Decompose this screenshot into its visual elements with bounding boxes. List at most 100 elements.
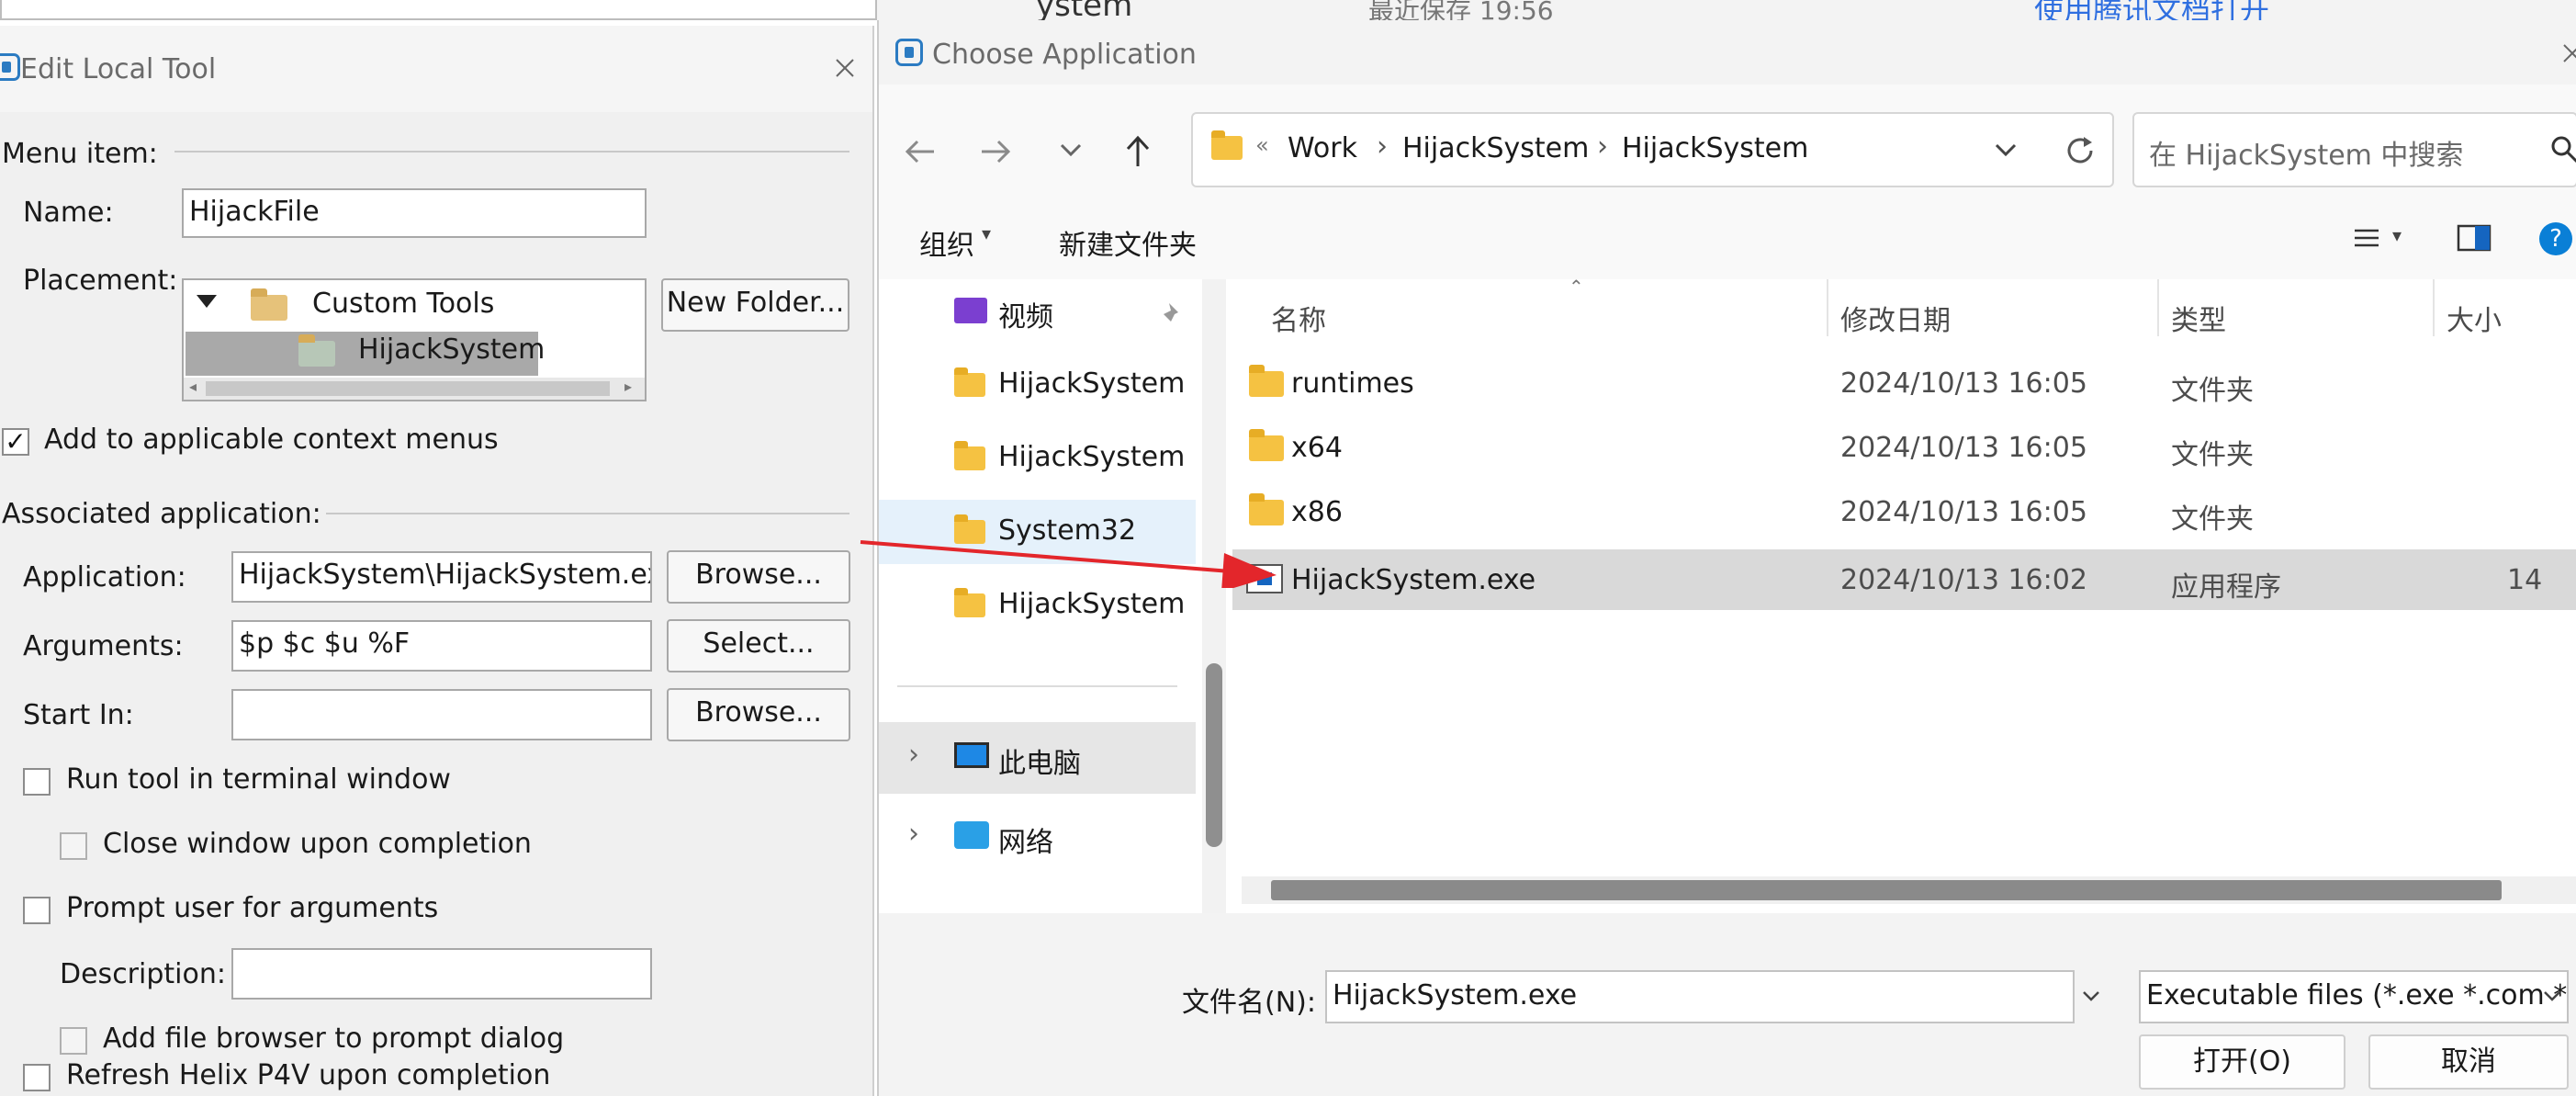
scrollbar-thumb[interactable] xyxy=(206,381,610,396)
scroll-right-icon[interactable]: ▸ xyxy=(624,378,632,395)
breadcrumb-hijacksystem-1[interactable]: HijackSystem xyxy=(1402,132,1589,164)
application-field[interactable]: HijackSystem\HijackSystem.exe xyxy=(231,551,652,603)
expand-chevron-icon[interactable]: › xyxy=(908,818,919,850)
list-horizontal-scrollbar[interactable] xyxy=(1242,876,2576,904)
arguments-label: Arguments: xyxy=(23,630,184,662)
tree-node-custom-tools[interactable]: Custom Tools xyxy=(312,288,494,320)
column-divider[interactable] xyxy=(2433,279,2435,336)
this-pc-icon xyxy=(954,742,989,768)
scroll-left-icon[interactable]: ◂ xyxy=(189,378,197,395)
network-icon xyxy=(954,821,989,849)
open-button[interactable]: 打开(O) xyxy=(2139,1034,2345,1090)
file-row[interactable]: x64 2024/10/13 16:05 文件夹 xyxy=(1232,417,2576,478)
dialog-title: Choose Application xyxy=(932,39,1197,71)
view-dropdown-icon[interactable]: ▾ xyxy=(2392,224,2402,246)
p4v-app-icon xyxy=(895,39,923,66)
scrollbar-thumb[interactable] xyxy=(1271,880,2502,900)
description-field[interactable] xyxy=(231,948,652,1000)
background-input xyxy=(0,0,877,20)
description-label: Description: xyxy=(60,958,226,990)
arguments-field[interactable]: $p $c $u %F xyxy=(231,620,652,672)
start-in-field[interactable] xyxy=(231,689,652,740)
search-icon[interactable] xyxy=(2549,134,2576,164)
tree-scrollbar[interactable]: ◂ ▸ xyxy=(184,378,645,400)
section-divider xyxy=(174,151,849,153)
background-open-tencent-docs[interactable]: 使用腾讯文档打开 xyxy=(2034,0,2269,20)
file-row[interactable]: runtimes 2024/10/13 16:05 文件夹 xyxy=(1232,353,2576,413)
chevron-down-icon[interactable] xyxy=(1995,143,2017,158)
close-window-label: Close window upon completion xyxy=(103,828,532,860)
file-type-filter[interactable]: Executable files (*.exe *.com * xyxy=(2139,970,2569,1023)
placement-tree[interactable]: Custom Tools HijackSystem ◂ ▸ xyxy=(182,278,647,401)
add-file-browser-checkbox[interactable] xyxy=(60,1027,87,1055)
file-row-selected[interactable]: HijackSystem.exe 2024/10/13 16:02 应用程序 1… xyxy=(1232,549,2576,610)
address-bar[interactable]: « Work › HijackSystem › HijackSystem xyxy=(1191,112,2114,187)
organize-button[interactable]: 组织 xyxy=(919,222,974,263)
videos-icon xyxy=(954,298,987,323)
forward-arrow-icon[interactable] xyxy=(980,138,1011,165)
help-icon[interactable]: ? xyxy=(2539,222,2572,255)
breadcrumb-hijacksystem-2[interactable]: HijackSystem xyxy=(1622,132,1808,164)
nav-item-hijacksystem[interactable]: HijackSystem xyxy=(879,426,1196,491)
chevron-down-icon[interactable] xyxy=(2543,990,2561,1003)
command-bar: 组织 ▾ 新建文件夹 ▾ ? xyxy=(879,195,2576,279)
browse-application-button[interactable]: Browse... xyxy=(667,550,850,604)
column-header-size[interactable]: 大小 xyxy=(2447,298,2502,338)
new-folder-button[interactable]: 新建文件夹 xyxy=(1059,222,1197,263)
column-divider[interactable] xyxy=(2157,279,2159,336)
folder-icon xyxy=(1249,365,1284,397)
nav-item-hijacksystem[interactable]: HijackSystem xyxy=(879,353,1196,417)
run-in-terminal-checkbox[interactable] xyxy=(23,768,51,796)
file-date: 2024/10/13 16:05 xyxy=(1840,367,2087,400)
p4v-app-icon xyxy=(0,53,20,81)
dialog-footer: 文件名(N): HijackSystem.exe Executable file… xyxy=(879,913,2576,1096)
pin-icon[interactable] xyxy=(1162,301,1184,323)
refresh-icon[interactable] xyxy=(2064,134,2097,167)
close-window-checkbox[interactable] xyxy=(60,832,87,860)
column-header-name[interactable]: 名称 xyxy=(1271,298,1326,338)
filename-input[interactable]: HijackSystem.exe xyxy=(1325,970,2075,1023)
close-icon[interactable] xyxy=(2561,42,2576,64)
nav-item-this-pc[interactable]: › 此电脑 xyxy=(879,722,1196,794)
prompt-arguments-label: Prompt user for arguments xyxy=(66,892,439,924)
file-row[interactable]: x86 2024/10/13 16:05 文件夹 xyxy=(1232,481,2576,542)
name-label: Name: xyxy=(23,197,114,229)
refresh-p4v-checkbox[interactable] xyxy=(23,1064,51,1091)
edit-local-tool-dialog: Edit Local Tool Menu item: Name: HijackF… xyxy=(0,26,874,1096)
nav-scrollbar[interactable] xyxy=(1202,279,1226,913)
nav-item-label: HijackSystem xyxy=(998,441,1186,473)
organize-dropdown-icon[interactable]: ▾ xyxy=(982,222,991,244)
view-options-icon[interactable] xyxy=(2353,228,2380,250)
scrollbar-thumb[interactable] xyxy=(1206,663,1222,847)
back-arrow-icon[interactable] xyxy=(905,138,936,165)
file-type: 应用程序 xyxy=(2171,571,2281,604)
nav-item-label: HijackSystem xyxy=(998,367,1186,400)
nav-item-videos[interactable]: 视频 xyxy=(879,279,1196,344)
chevron-down-icon[interactable] xyxy=(2082,990,2100,1003)
nav-item-label: HijackSystem xyxy=(998,588,1186,620)
select-arguments-button[interactable]: Select... xyxy=(667,619,850,672)
name-field[interactable]: HijackFile xyxy=(182,188,647,238)
column-divider[interactable] xyxy=(1827,279,1828,336)
preview-pane-icon[interactable] xyxy=(2457,224,2492,252)
menu-item-section-label: Menu item: xyxy=(2,138,158,170)
column-header-type[interactable]: 类型 xyxy=(2171,298,2226,338)
breadcrumb-overflow[interactable]: « xyxy=(1255,132,1269,158)
cancel-button[interactable]: 取消 xyxy=(2368,1034,2569,1090)
browse-start-in-button[interactable]: Browse... xyxy=(667,688,850,741)
column-header-date[interactable]: 修改日期 xyxy=(1840,298,1951,338)
tree-expand-icon[interactable] xyxy=(197,295,217,310)
new-folder-button[interactable]: New Folder... xyxy=(661,278,849,332)
nav-item-network[interactable]: › 网络 xyxy=(879,805,1196,869)
expand-chevron-icon[interactable]: › xyxy=(908,739,919,771)
prompt-arguments-checkbox[interactable] xyxy=(23,897,51,924)
breadcrumb-work[interactable]: Work xyxy=(1288,132,1357,164)
dialog-title: Edit Local Tool xyxy=(20,53,217,85)
recent-locations-chevron-icon[interactable] xyxy=(1060,143,1082,158)
close-icon[interactable] xyxy=(834,57,856,79)
add-context-menus-checkbox[interactable]: ✓ xyxy=(2,428,29,456)
file-date: 2024/10/13 16:05 xyxy=(1840,432,2087,464)
up-arrow-icon[interactable] xyxy=(1124,135,1152,168)
tree-node-hijacksystem[interactable]: HijackSystem xyxy=(358,333,545,366)
search-box[interactable]: 在 HijackSystem 中搜索 xyxy=(2132,112,2576,187)
